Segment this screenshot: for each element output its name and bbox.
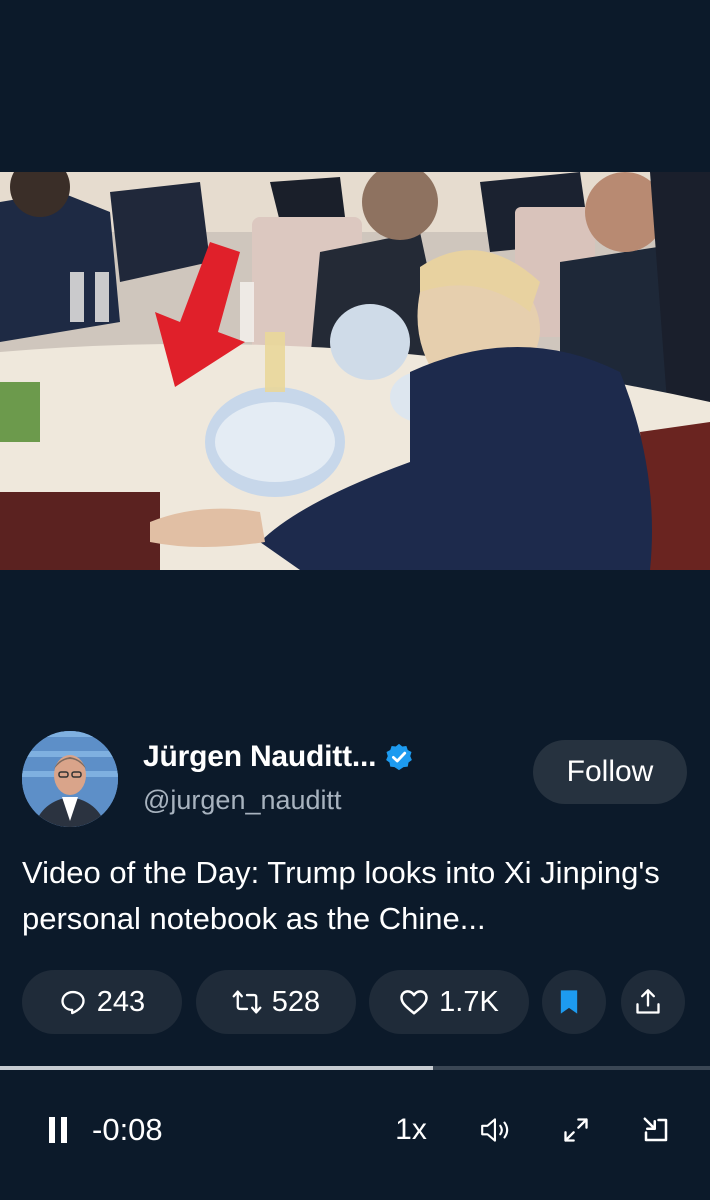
repost-icon <box>232 990 262 1014</box>
video-player[interactable] <box>0 172 710 570</box>
minimize-icon <box>643 1117 668 1142</box>
fullscreen-button[interactable] <box>558 1100 594 1160</box>
minimize-button[interactable] <box>638 1100 674 1160</box>
player-controls: -0:08 1x <box>0 1100 710 1160</box>
playback-speed-button[interactable]: 1x <box>389 1100 433 1160</box>
volume-button[interactable] <box>476 1100 516 1160</box>
action-bar: 243 528 1.7K <box>0 970 710 1034</box>
video-progress-fill <box>0 1066 434 1070</box>
author-name[interactable]: Jürgen Nauditt... <box>143 740 376 774</box>
like-icon <box>400 990 428 1015</box>
volume-icon <box>481 1118 509 1142</box>
repost-count: 528 <box>271 985 321 1018</box>
reply-icon <box>61 990 85 1015</box>
like-button[interactable]: 1.7K <box>369 970 529 1034</box>
video-frame <box>0 172 710 570</box>
reply-button[interactable]: 243 <box>22 970 182 1034</box>
video-progress-bar[interactable] <box>0 1066 710 1070</box>
reply-count: 243 <box>96 985 146 1018</box>
follow-button[interactable]: Follow <box>533 740 687 804</box>
bookmark-icon <box>560 990 578 1014</box>
like-count: 1.7K <box>439 985 499 1018</box>
avatar[interactable] <box>22 731 118 827</box>
share-button[interactable] <box>621 970 685 1034</box>
verified-icon <box>386 743 413 771</box>
repost-button[interactable]: 528 <box>196 970 356 1034</box>
author-handle[interactable]: @jurgen_nauditt <box>143 785 342 816</box>
share-icon <box>636 989 660 1014</box>
avatar-image <box>22 731 118 827</box>
pause-button[interactable] <box>38 1100 78 1160</box>
time-remaining: -0:08 <box>92 1112 163 1147</box>
tweet-caption[interactable]: Video of the Day: Trump looks into Xi Ji… <box>22 850 692 942</box>
pause-icon <box>49 1117 67 1143</box>
author-name-row[interactable]: Jürgen Nauditt... <box>143 740 414 774</box>
bookmark-button[interactable] <box>542 970 606 1034</box>
fullscreen-icon <box>564 1118 588 1142</box>
